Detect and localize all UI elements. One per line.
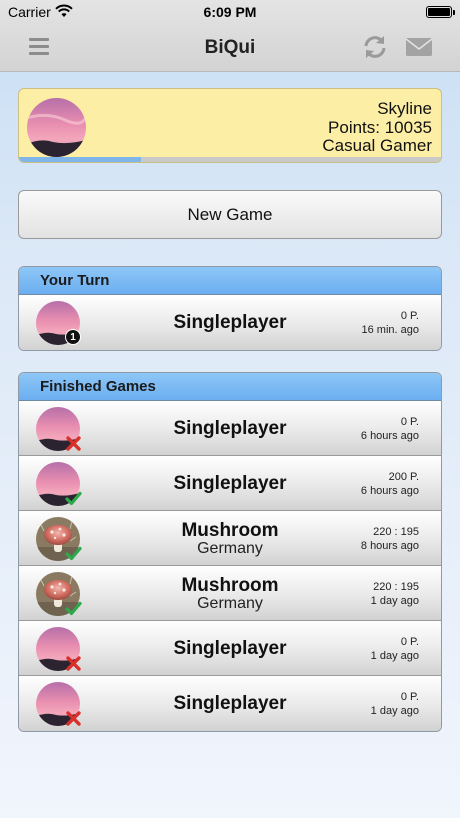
finished-games-section: Finished Games Singleplayer 0 P. 6 hours… [18,372,442,732]
game-score: 0 P. [400,691,419,703]
game-row[interactable]: Singleplayer 0 P. 1 day ago [19,621,441,676]
game-score: 0 P. [400,310,419,322]
player-name: Skyline [377,99,432,118]
game-time: 1 day ago [370,595,419,607]
player-rank: Casual Gamer [322,136,432,155]
player-points: Points: 10035 [328,117,432,137]
game-score: 220 : 195 [373,526,419,538]
game-score: 200 P. [388,471,419,483]
profile-card[interactable]: Skyline Points: 10035 Casual Gamer [18,88,442,163]
status-bar: Carrier 6:09 PM [0,0,460,24]
game-score: 220 : 195 [373,581,419,593]
avatar [27,98,86,157]
mail-icon[interactable] [405,37,433,57]
new-game-button[interactable]: New Game [18,190,442,239]
game-time: 1 day ago [370,705,419,717]
game-row[interactable]: 1 Singleplayer 0 P. 16 min. ago [19,295,441,350]
battery-icon [426,6,455,18]
game-row[interactable]: Singleplayer 0 P. 6 hours ago [19,401,441,456]
game-row[interactable]: Singleplayer 0 P. 1 day ago [19,676,441,731]
app-title: BiQui [204,37,256,58]
game-score: 0 P. [400,416,419,428]
game-row[interactable]: Mushroom Germany 220 : 195 1 day ago [19,566,441,621]
game-row[interactable]: Singleplayer 200 P. 6 hours ago [19,456,441,511]
your-turn-section: Your Turn 1 Singleplayer 0 P. 16 min. ag… [18,266,442,351]
game-time: 8 hours ago [360,540,419,552]
level-progress-bar [19,157,441,162]
section-header: Your Turn [19,267,441,295]
game-time: 6 hours ago [360,430,419,442]
game-time: 16 min. ago [361,324,419,336]
game-row[interactable]: Mushroom Germany 220 : 195 8 hours ago [19,511,441,566]
sunset-avatar-image [27,98,86,157]
status-time: 6:09 PM [203,4,257,20]
game-score: 0 P. [400,636,419,648]
section-header: Finished Games [19,373,441,401]
game-time: 1 day ago [370,650,419,662]
refresh-icon[interactable] [361,33,389,61]
navigation-bar: Carrier 6:09 PM BiQui [0,0,460,72]
level-progress-fill [19,157,142,162]
game-time: 6 hours ago [360,485,419,497]
